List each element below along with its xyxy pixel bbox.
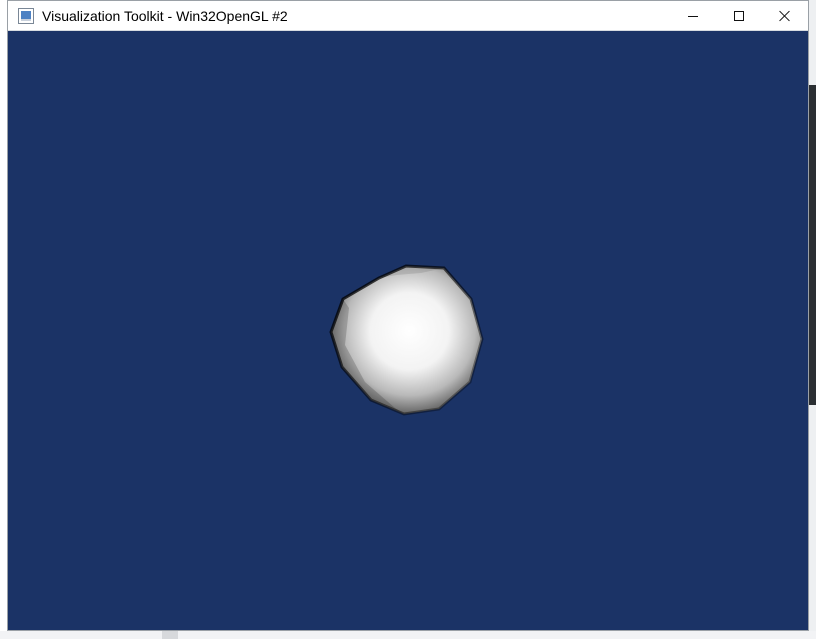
background-bottom-strip bbox=[0, 631, 816, 639]
window-title: Visualization Toolkit - Win32OpenGL #2 bbox=[42, 7, 288, 24]
window-controls bbox=[670, 1, 808, 30]
minimize-icon bbox=[688, 16, 698, 17]
titlebar-left: Visualization Toolkit - Win32OpenGL #2 bbox=[8, 1, 288, 30]
sphere-object[interactable] bbox=[321, 244, 496, 419]
vtk-window-icon bbox=[18, 7, 34, 24]
background-right-strip bbox=[809, 0, 816, 639]
maximize-icon bbox=[734, 10, 744, 21]
close-button[interactable] bbox=[762, 1, 808, 30]
background-gray-block bbox=[162, 631, 178, 639]
minimize-button[interactable] bbox=[670, 1, 716, 30]
maximize-button[interactable] bbox=[716, 1, 762, 30]
close-icon bbox=[779, 10, 791, 22]
background-dark-panel bbox=[809, 85, 816, 405]
render-viewport[interactable] bbox=[8, 31, 808, 630]
window-titlebar[interactable]: Visualization Toolkit - Win32OpenGL #2 bbox=[8, 1, 808, 31]
vtk-window: Visualization Toolkit - Win32OpenGL #2 bbox=[7, 0, 809, 631]
sphere-graphic bbox=[329, 264, 484, 416]
